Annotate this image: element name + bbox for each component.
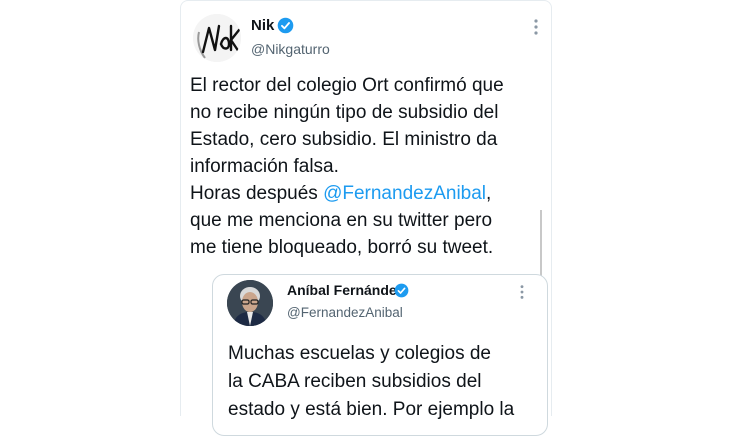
more-options-icon[interactable]	[532, 18, 540, 36]
verified-badge-icon	[394, 283, 409, 298]
author-handle[interactable]: @Nikgaturro	[251, 41, 330, 57]
quoted-author-handle[interactable]: @FernandezAnibal	[287, 305, 403, 320]
quoted-avatar-photo	[227, 280, 273, 326]
quoted-avatar[interactable]	[227, 280, 273, 326]
more-options-icon[interactable]	[518, 284, 526, 300]
quoted-author-name[interactable]: Aníbal Fernández	[287, 282, 404, 298]
mention-link[interactable]: @FernandezAnibal	[323, 183, 486, 204]
quoted-tweet-text: Muchas escuelas y colegios de la CABA re…	[228, 343, 515, 420]
verified-badge-icon	[277, 17, 294, 34]
author-name[interactable]: Nik	[251, 17, 274, 34]
avatar[interactable]	[193, 14, 241, 62]
tweet-text: El rector del colegio Ort confirmó que n…	[190, 72, 550, 261]
nik-signature-avatar	[193, 14, 241, 62]
